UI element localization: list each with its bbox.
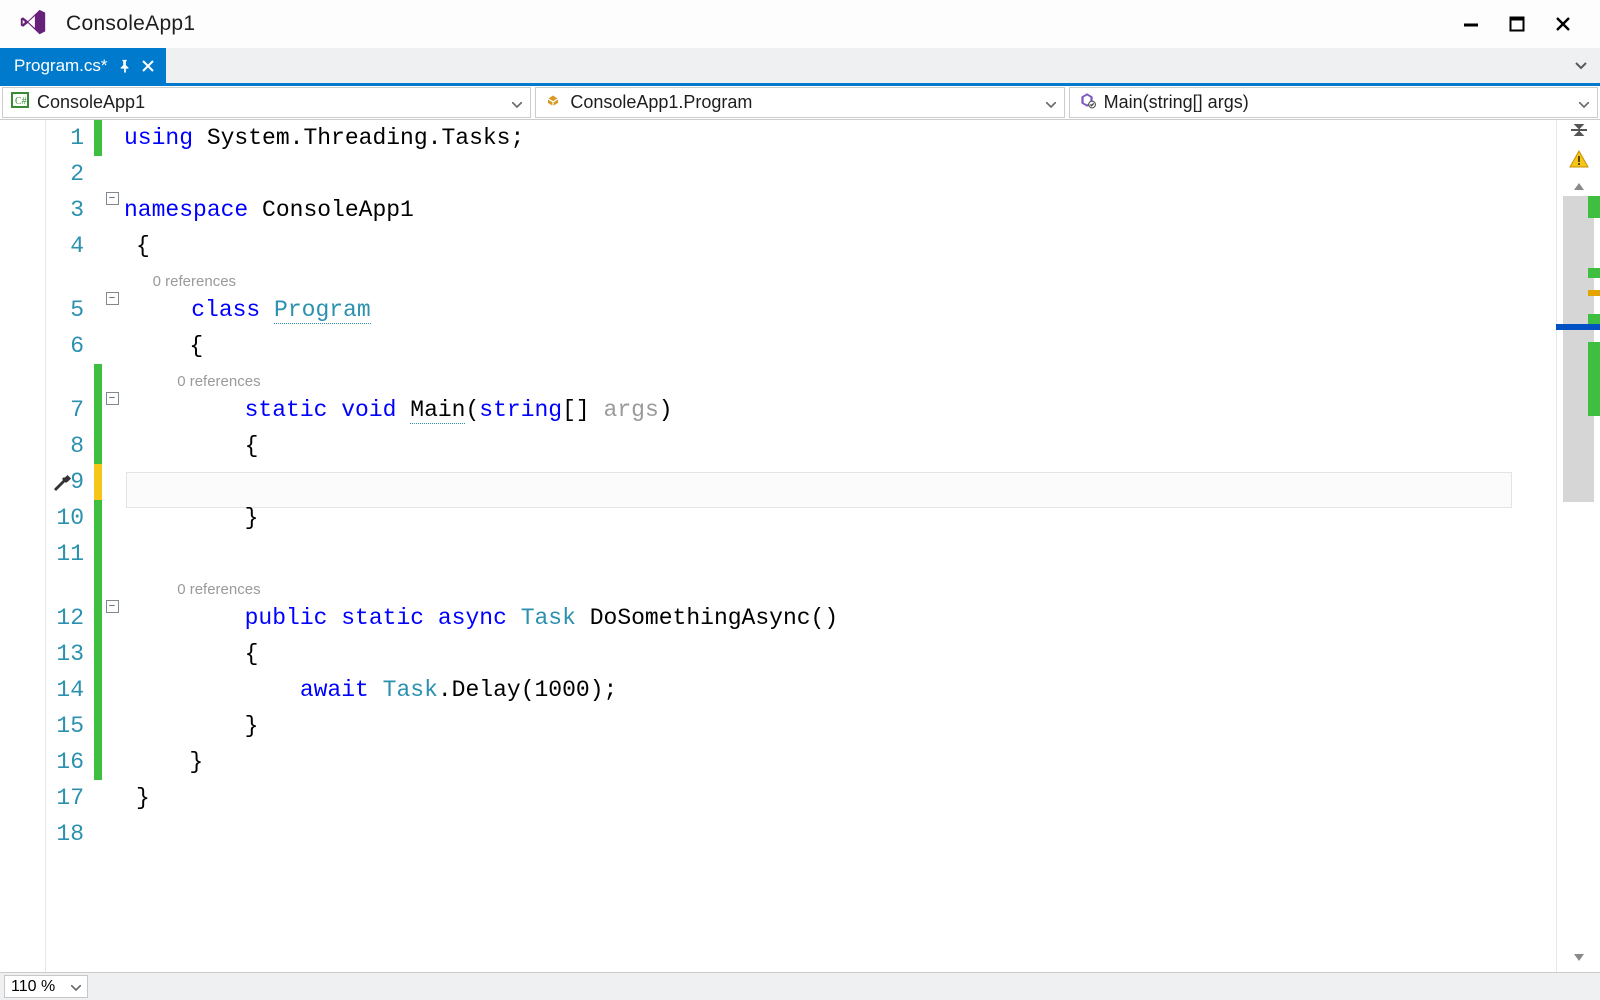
chevron-down-icon <box>1579 92 1589 113</box>
codelens[interactable]: 0 references <box>177 373 260 390</box>
chevron-down-icon <box>512 92 522 113</box>
split-editor-icon[interactable] <box>1569 122 1589 143</box>
method-icon <box>1078 91 1096 114</box>
fold-toggle[interactable]: − <box>106 600 119 613</box>
codelens[interactable]: 0 references <box>177 581 260 598</box>
csharp-icon: C# <box>11 91 29 114</box>
warning-marker <box>1588 290 1600 296</box>
nav-type-combo[interactable]: ConsoleApp1.Program <box>535 87 1064 118</box>
zoom-combo[interactable]: 110 % <box>4 975 88 998</box>
class-icon <box>544 91 562 114</box>
change-marker <box>1588 196 1600 218</box>
fold-toggle[interactable]: − <box>106 192 119 205</box>
zoom-value: 110 % <box>11 978 55 996</box>
vertical-scrollbar[interactable] <box>1556 120 1600 972</box>
chevron-down-icon <box>1046 92 1056 113</box>
code-surface[interactable]: 1using System.Threading.Tasks; 2 3−names… <box>46 120 1556 972</box>
visual-studio-icon <box>18 7 48 42</box>
nav-member-combo[interactable]: Main(string[] args) <box>1069 87 1598 118</box>
nav-member-text: Main(string[] args) <box>1104 92 1579 113</box>
tab-overflow-button[interactable] <box>1568 48 1594 83</box>
navigation-bar: C# ConsoleApp1 ConsoleApp1.Program Main(… <box>0 86 1600 120</box>
pin-icon[interactable] <box>118 59 132 73</box>
scroll-up-icon[interactable] <box>1573 178 1585 196</box>
warning-icon[interactable] <box>1569 150 1589 173</box>
fold-toggle[interactable]: − <box>106 292 119 305</box>
change-marker <box>1588 342 1600 416</box>
glyph-margin[interactable] <box>0 120 46 972</box>
change-marker <box>1588 268 1600 278</box>
titlebar: ConsoleApp1 <box>0 0 1600 48</box>
codelens[interactable]: 0 references <box>153 273 236 290</box>
nav-type-text: ConsoleApp1.Program <box>570 92 1045 113</box>
nav-project-combo[interactable]: C# ConsoleApp1 <box>2 87 531 118</box>
close-button[interactable] <box>1540 7 1586 41</box>
editor[interactable]: 1using System.Threading.Tasks; 2 3−names… <box>0 120 1600 972</box>
maximize-button[interactable] <box>1494 7 1540 41</box>
tab-close-button[interactable] <box>142 60 154 72</box>
document-tab-row: Program.cs* <box>0 48 1600 86</box>
scroll-down-icon[interactable] <box>1573 950 1585 968</box>
tab-program-cs[interactable]: Program.cs* <box>0 48 166 83</box>
svg-text:C#: C# <box>15 96 27 107</box>
minimize-button[interactable] <box>1448 7 1494 41</box>
editor-status-bar: 110 % <box>0 972 1600 1000</box>
line-number: 1 <box>46 120 94 156</box>
tab-label: Program.cs* <box>14 56 108 76</box>
caret-marker <box>1556 324 1600 330</box>
chevron-down-icon <box>71 978 81 996</box>
window-title: ConsoleApp1 <box>66 12 195 36</box>
change-marker <box>1588 314 1600 324</box>
fold-toggle[interactable]: − <box>106 392 119 405</box>
nav-project-text: ConsoleApp1 <box>37 92 512 113</box>
